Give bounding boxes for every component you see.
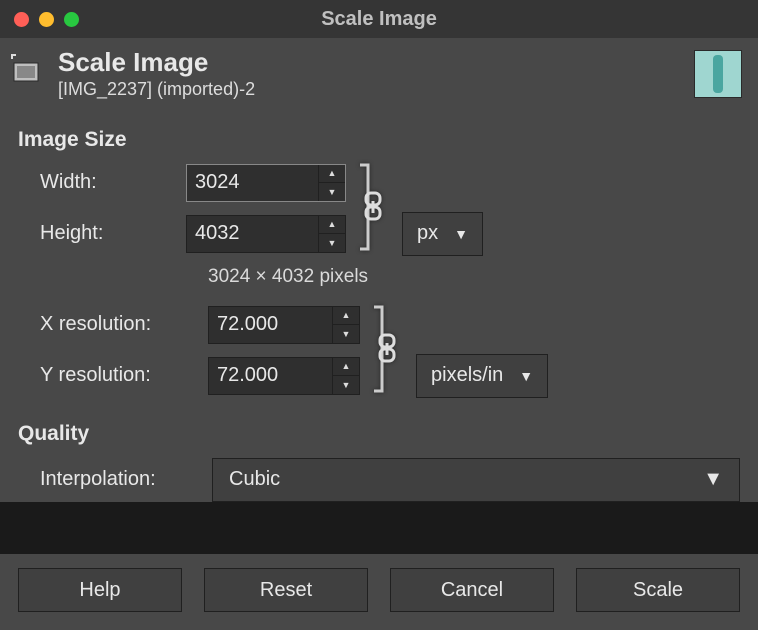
- cancel-button[interactable]: Cancel: [390, 568, 554, 612]
- link-dimensions-icon[interactable]: [354, 159, 394, 255]
- height-step-up[interactable]: ▲: [319, 216, 345, 235]
- height-input[interactable]: ▲ ▼: [186, 215, 346, 253]
- y-res-step-down[interactable]: ▼: [333, 376, 359, 394]
- chevron-down-icon: ▼: [703, 468, 723, 491]
- image-size-heading: Image Size: [18, 128, 740, 152]
- y-res-step-up[interactable]: ▲: [333, 358, 359, 377]
- close-icon[interactable]: [14, 12, 29, 27]
- link-resolution-icon[interactable]: [368, 301, 408, 397]
- interpolation-select[interactable]: Cubic ▼: [212, 458, 740, 502]
- zoom-icon[interactable]: [64, 12, 79, 27]
- minimize-icon[interactable]: [39, 12, 54, 27]
- size-readout: 3024 × 4032 pixels: [208, 266, 740, 288]
- chevron-down-icon: ▼: [519, 368, 533, 384]
- scale-image-icon: [4, 53, 52, 94]
- help-button[interactable]: Help: [18, 568, 182, 612]
- y-resolution-field[interactable]: [209, 358, 332, 394]
- width-input[interactable]: ▲ ▼: [186, 164, 346, 202]
- interpolation-value: Cubic: [229, 468, 280, 491]
- x-resolution-input[interactable]: ▲ ▼: [208, 306, 360, 344]
- size-unit-label: px: [417, 222, 438, 245]
- dialog-header: Scale Image [IMG_2237] (imported)-2: [0, 38, 758, 110]
- dialog-subtitle: [IMG_2237] (imported)-2: [58, 79, 694, 100]
- chevron-down-icon: ▼: [454, 226, 468, 242]
- y-resolution-label: Y resolution:: [18, 364, 208, 387]
- width-row: Width: ▲ ▼: [18, 164, 740, 202]
- x-res-step-up[interactable]: ▲: [333, 307, 359, 326]
- width-step-up[interactable]: ▲: [319, 165, 345, 184]
- height-label: Height:: [18, 222, 186, 245]
- reset-button[interactable]: Reset: [204, 568, 368, 612]
- x-resolution-field[interactable]: [209, 307, 332, 343]
- size-unit-select[interactable]: px ▼: [402, 212, 483, 256]
- width-label: Width:: [18, 171, 186, 194]
- dialog-footer: Help Reset Cancel Scale: [0, 554, 758, 630]
- y-resolution-input[interactable]: ▲ ▼: [208, 357, 360, 395]
- x-resolution-label: X resolution:: [18, 313, 208, 336]
- width-step-down[interactable]: ▼: [319, 183, 345, 201]
- interpolation-row: Interpolation: Cubic ▼: [18, 458, 740, 502]
- dialog-body: Image Size Width: ▲ ▼ Height:: [0, 110, 758, 502]
- window-controls: [14, 12, 79, 27]
- height-field[interactable]: [187, 216, 318, 252]
- height-step-down[interactable]: ▼: [319, 234, 345, 252]
- image-thumbnail: [694, 50, 742, 98]
- x-res-step-down[interactable]: ▼: [333, 325, 359, 343]
- quality-heading: Quality: [18, 422, 740, 446]
- resolution-unit-select[interactable]: pixels/in ▼: [416, 354, 548, 398]
- interpolation-label: Interpolation:: [18, 468, 208, 491]
- window-title: Scale Image: [0, 8, 758, 31]
- titlebar: Scale Image: [0, 0, 758, 38]
- resolution-unit-label: pixels/in: [431, 364, 503, 387]
- x-resolution-row: X resolution: ▲ ▼: [18, 306, 740, 344]
- dialog-title: Scale Image: [58, 48, 694, 77]
- scale-button[interactable]: Scale: [576, 568, 740, 612]
- width-field[interactable]: [187, 165, 318, 201]
